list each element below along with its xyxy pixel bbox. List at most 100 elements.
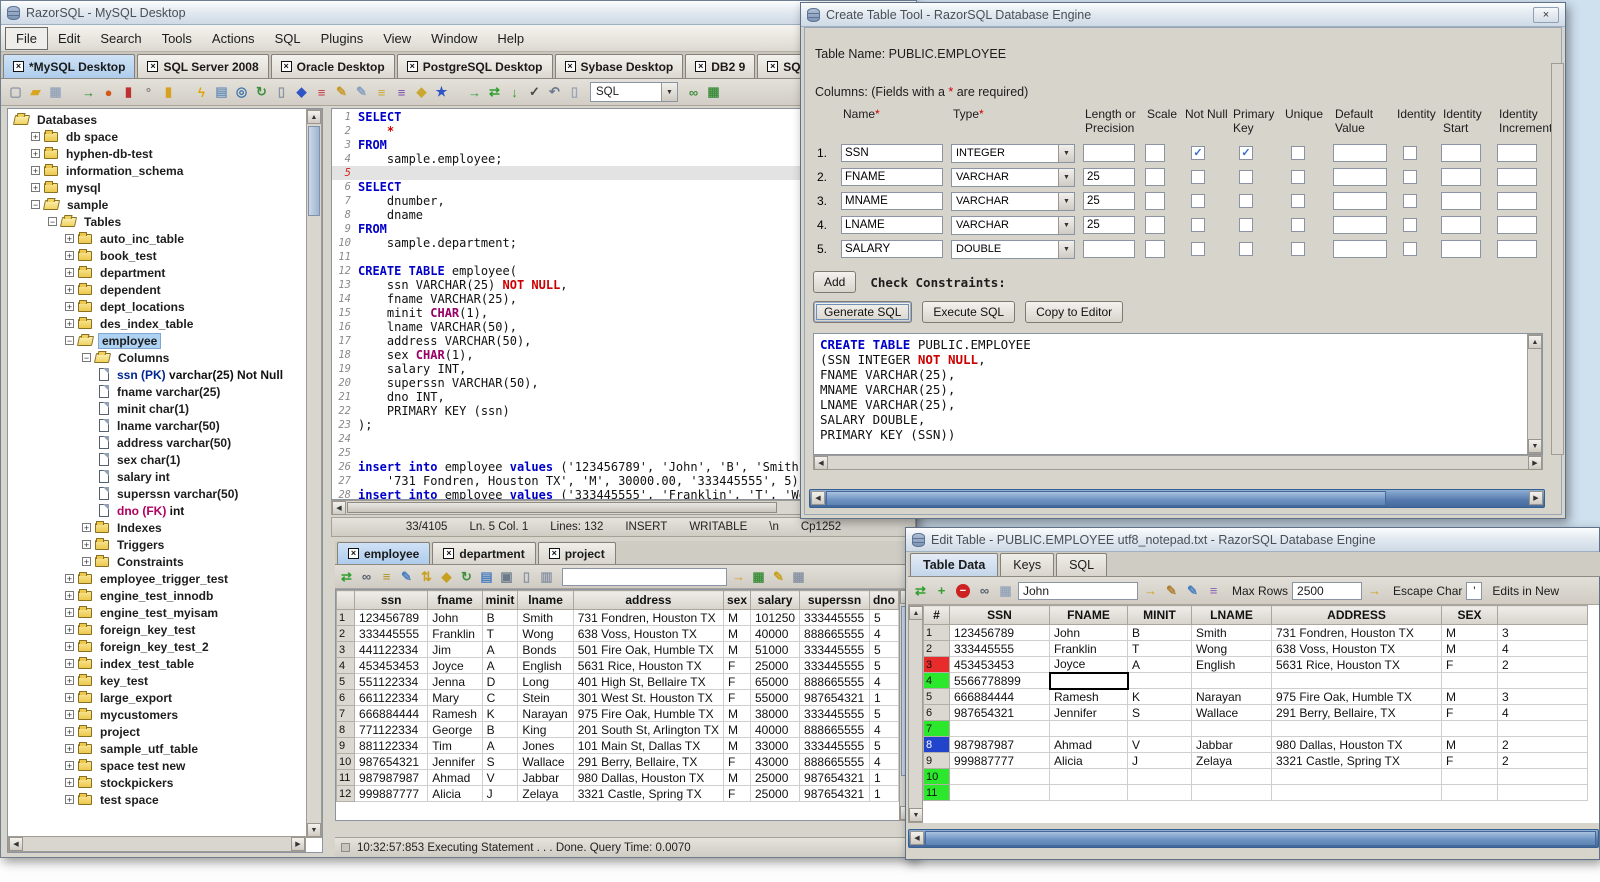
apply-max-rows-icon[interactable]: → xyxy=(1366,582,1383,599)
download-icon[interactable]: ↓ xyxy=(506,84,523,101)
column-header[interactable]: # xyxy=(923,605,950,625)
scroll-left-icon[interactable] xyxy=(814,456,828,470)
cell[interactable]: T xyxy=(481,625,519,642)
database-icon[interactable]: ▮ xyxy=(160,84,177,101)
save-edits-icon[interactable]: ▦ xyxy=(997,582,1014,599)
length-precision-input[interactable]: 25 xyxy=(1083,168,1135,186)
cell[interactable]: 980 Dallas, Houston TX xyxy=(1271,736,1442,753)
cell[interactable]: 975 Fire Oak, Humble TX xyxy=(1271,688,1442,705)
cell[interactable]: 25000 xyxy=(749,769,801,786)
cell[interactable]: M xyxy=(722,737,752,754)
cell[interactable] xyxy=(1441,784,1498,801)
cell[interactable] xyxy=(1441,672,1498,689)
cell[interactable]: F xyxy=(722,785,752,802)
cell[interactable]: M xyxy=(722,609,752,626)
cell[interactable]: F xyxy=(1441,704,1498,721)
tree-item[interactable]: + mycustomers xyxy=(8,706,306,723)
tree-item[interactable]: sex char(1) xyxy=(8,451,306,468)
cell[interactable]: 987987987 xyxy=(949,736,1050,753)
cell[interactable]: Franklin xyxy=(1049,640,1128,657)
column-header[interactable]: fname xyxy=(427,590,483,610)
execute-sql-icon[interactable]: ϟ xyxy=(193,84,210,101)
scale-input[interactable] xyxy=(1145,216,1165,234)
chevron-down-icon[interactable]: ▼ xyxy=(1058,144,1074,162)
cell[interactable]: 987987987 xyxy=(354,769,429,786)
cell[interactable]: 3321 Castle, Spring TX xyxy=(1271,752,1442,769)
cell[interactable] xyxy=(1127,720,1192,737)
scale-input[interactable] xyxy=(1145,192,1165,210)
escape-char-input[interactable]: ' xyxy=(1466,581,1483,600)
tree-item[interactable]: + foreign_key_test_2 xyxy=(8,638,306,655)
not-null-checkbox[interactable] xyxy=(1191,170,1205,184)
expander-plus-icon[interactable]: + xyxy=(65,659,74,669)
menu-item-plugins[interactable]: Plugins xyxy=(311,28,374,49)
cell[interactable]: 987654321 xyxy=(799,769,870,786)
cell[interactable]: 987654321 xyxy=(799,785,870,802)
cell[interactable]: 65000 xyxy=(749,673,801,690)
cell[interactable]: 333445555 xyxy=(799,657,870,674)
expander-plus-icon[interactable]: + xyxy=(65,268,74,278)
tree-horizontal-scrollbar[interactable] xyxy=(8,836,306,852)
scroll-up-icon[interactable] xyxy=(307,110,321,124)
sort-icon[interactable]: ≡ xyxy=(393,84,410,101)
identity-checkbox[interactable] xyxy=(1403,194,1417,208)
tree-item[interactable]: + key_test xyxy=(8,672,306,689)
cell[interactable]: 987654321 xyxy=(949,704,1050,721)
cell[interactable]: Jennifer xyxy=(427,753,483,770)
identity-checkbox[interactable] xyxy=(1403,170,1417,184)
not-null-checkbox[interactable]: ✓ xyxy=(1191,146,1205,160)
go-search-icon[interactable]: → xyxy=(730,568,747,585)
tree-item[interactable]: + sample_utf_table xyxy=(8,740,306,757)
cell[interactable]: 987654321 xyxy=(799,689,870,706)
column-name-input[interactable]: MNAME xyxy=(841,192,943,210)
cell[interactable]: 291 Berry, Bellaire, TX xyxy=(572,753,724,770)
edit-table-grid[interactable]: # SSN FNAME MINIT LNAME ADDRESS SEX 1 123456789 J… xyxy=(923,605,1599,823)
cell[interactable] xyxy=(1191,784,1272,801)
tree-item[interactable]: + dept_locations xyxy=(8,298,306,315)
cell[interactable]: 5 xyxy=(868,609,899,626)
close-tab-icon[interactable]: × xyxy=(147,61,159,72)
connect-icon[interactable]: → xyxy=(80,84,97,101)
cell[interactable]: Jenna xyxy=(427,673,483,690)
column-header[interactable]: SSN xyxy=(949,605,1050,625)
tree-item[interactable]: + db space xyxy=(8,128,306,145)
column-header[interactable]: FNAME xyxy=(1049,605,1128,625)
unique-checkbox[interactable] xyxy=(1291,242,1305,256)
length-precision-input[interactable] xyxy=(1083,240,1135,258)
view-icon[interactable]: ∞ xyxy=(358,568,375,585)
menu-item-actions[interactable]: Actions xyxy=(202,28,265,49)
cell[interactable]: Ahmad xyxy=(427,769,483,786)
scroll-down-icon[interactable] xyxy=(1528,439,1542,453)
chevron-down-icon[interactable]: ▼ xyxy=(661,83,677,101)
scale-input[interactable] xyxy=(1145,240,1165,258)
table-row[interactable]: 5 666884444 Ramesh K Narayan 975 Fire Oak, Hu… xyxy=(923,688,1588,705)
not-null-checkbox[interactable] xyxy=(1191,194,1205,208)
expander-plus-icon[interactable]: + xyxy=(31,166,40,176)
identity-increment-input[interactable] xyxy=(1497,240,1537,258)
cell[interactable]: 5 xyxy=(868,641,899,658)
cell[interactable]: 291 Berry, Bellaire, TX xyxy=(1271,704,1442,721)
tree-item[interactable]: − Columns xyxy=(8,349,306,366)
expander-plus-icon[interactable]: + xyxy=(65,710,74,720)
expander-plus-icon[interactable]: + xyxy=(65,285,74,295)
cell[interactable]: Alicia xyxy=(1049,752,1128,769)
reload-icon[interactable]: ⇄ xyxy=(486,84,503,101)
row-number[interactable]: 11 xyxy=(923,784,950,801)
cell[interactable] xyxy=(1497,784,1588,801)
cell[interactable]: Mary xyxy=(427,689,483,706)
cell[interactable]: 38000 xyxy=(749,705,801,722)
column-type-dropdown[interactable]: VARCHAR ▼ xyxy=(951,167,1075,187)
edit-grid-icon[interactable]: ✎ xyxy=(770,568,787,585)
identity-increment-input[interactable] xyxy=(1497,192,1537,210)
tree-item[interactable]: fname varchar(25) xyxy=(8,383,306,400)
tree-item[interactable]: − Tables xyxy=(8,213,306,230)
cell[interactable]: 881122334 xyxy=(354,737,429,754)
cell[interactable]: 40000 xyxy=(749,625,801,642)
cell[interactable]: 333445555 xyxy=(354,625,429,642)
expander-plus-icon[interactable]: + xyxy=(82,523,91,533)
row-number[interactable]: 6 xyxy=(336,689,356,706)
scroll-left-icon[interactable] xyxy=(811,491,825,505)
cell[interactable]: 731 Fondren, Houston TX xyxy=(572,609,724,626)
cell[interactable]: B xyxy=(1127,624,1192,641)
cell[interactable] xyxy=(1191,672,1272,689)
